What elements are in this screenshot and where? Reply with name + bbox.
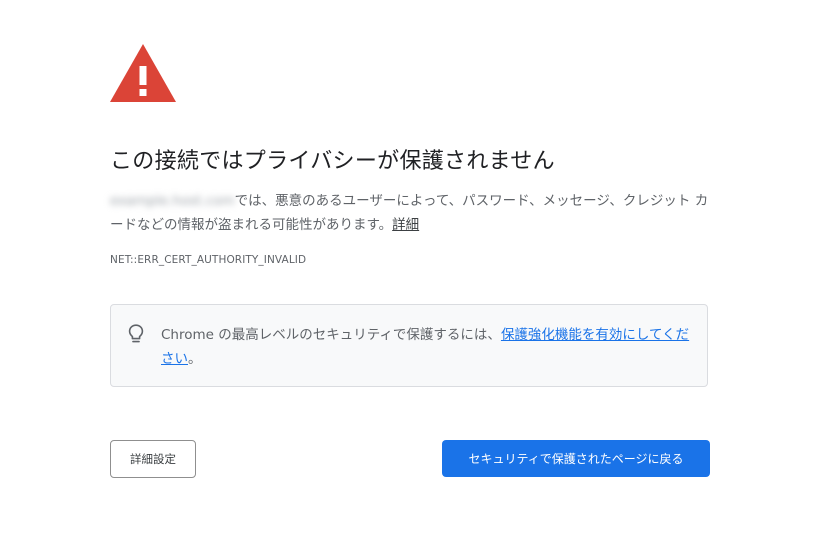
page-title: この接続ではプライバシーが保護されません	[110, 149, 555, 174]
enhanced-protection-box: Chrome の最高レベルのセキュリティで保護するには、保護強化機能を有効にして…	[110, 304, 708, 387]
enhanced-protection-suffix: 。	[188, 351, 202, 367]
explanation-text: example.host.comでは、悪意のあるユーザーによって、パスワード、メ…	[110, 189, 710, 237]
warning-triangle-icon	[110, 44, 176, 102]
enhanced-protection-text: Chrome の最高レベルのセキュリティで保護するには、保護強化機能を有効にして…	[161, 323, 693, 371]
back-to-safety-button[interactable]: セキュリティで保護されたページに戻る	[442, 440, 710, 477]
details-link[interactable]: 詳細	[392, 217, 419, 233]
lightbulb-icon	[128, 324, 144, 343]
enhanced-protection-prefix: Chrome の最高レベルのセキュリティで保護するには、	[161, 327, 501, 343]
advanced-button[interactable]: 詳細設定	[110, 440, 196, 478]
blurred-hostname: example.host.com	[110, 193, 235, 209]
error-code: NET::ERR_CERT_AUTHORITY_INVALID	[110, 254, 307, 266]
